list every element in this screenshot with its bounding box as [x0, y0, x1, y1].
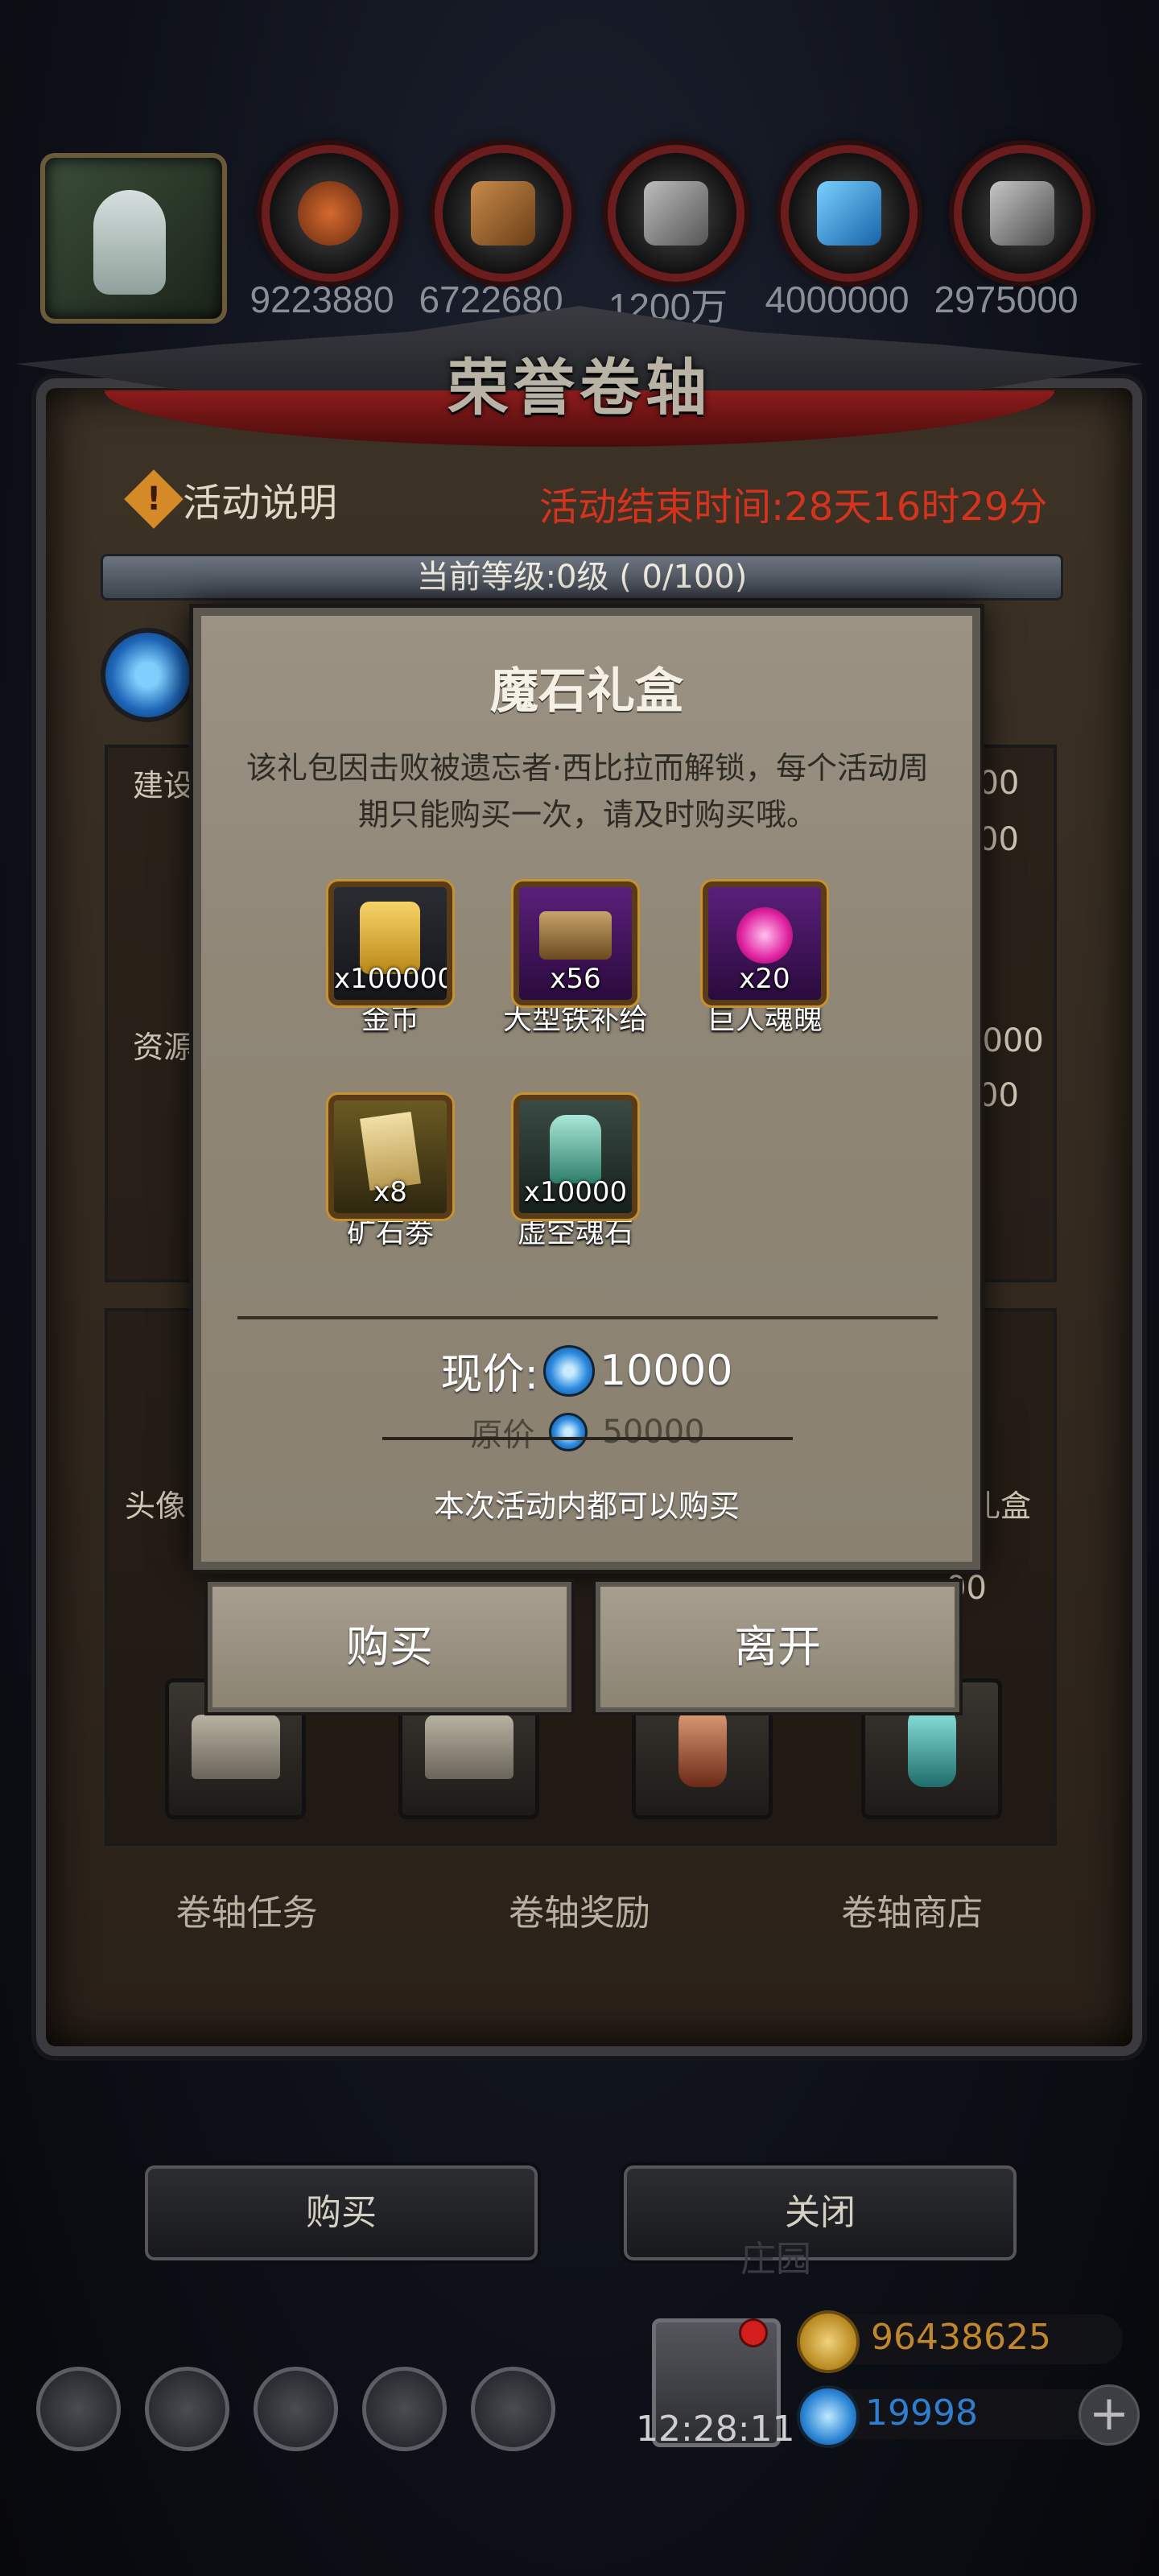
- gem-icon: [797, 2385, 860, 2448]
- iron-icon: [954, 145, 1091, 282]
- ore-voucher-icon: x8: [328, 1095, 452, 1219]
- row-label-build: 建设: [133, 768, 195, 803]
- reward-item[interactable]: x100000 金币: [310, 881, 471, 1038]
- reward-item[interactable]: x20 巨人魂魄: [684, 881, 845, 1038]
- original-price-strikethrough: [382, 1437, 793, 1440]
- gold-coin-icon: [797, 2310, 860, 2373]
- activity-end-time: 活动结束时间:28天16时29分: [539, 485, 1048, 530]
- resource-iron[interactable]: [954, 145, 1091, 282]
- add-gems-button[interactable]: +: [1079, 2384, 1140, 2446]
- tab-scroll-rewards[interactable]: 卷轴奖励: [509, 1884, 650, 1935]
- row-value-4: 00: [978, 1077, 1019, 1114]
- row-label-resource: 资源: [133, 1030, 195, 1065]
- gold-coin-icon: x100000: [328, 881, 452, 1005]
- panel-buy-button[interactable]: 购买: [145, 2165, 538, 2260]
- rank-icon[interactable]: [254, 2367, 338, 2451]
- activity-info-button[interactable]: ! 活动说明: [124, 469, 338, 529]
- gift-box-dialog: 魔石礼盒 该礼包因击败被遗忘者·西比拉而解锁，每个活动周期只能购买一次，请及时购…: [193, 608, 980, 1570]
- gem-icon: [543, 1344, 596, 1397]
- dialog-leave-button[interactable]: 离开: [596, 1582, 959, 1712]
- current-price-value: 10000: [600, 1346, 733, 1395]
- reward-qty: x10000: [523, 1176, 628, 1208]
- reward-qty: x56: [550, 963, 601, 995]
- avatar-portrait: [93, 190, 166, 295]
- reward-qty: x20: [739, 963, 790, 995]
- resource-value-meat: 9223880: [250, 279, 394, 320]
- reward-item[interactable]: x8 矿石劵: [310, 1095, 471, 1251]
- star-icon[interactable]: [145, 2367, 229, 2451]
- faded-label: 庄园: [740, 2239, 811, 2280]
- scroll-gem-icon[interactable]: [101, 628, 195, 722]
- settings-icon[interactable]: [36, 2367, 121, 2451]
- scroll-tabs: 卷轴任务 卷轴奖励 卷轴商店: [80, 1884, 1079, 1935]
- tab-scroll-shop[interactable]: 卷轴商店: [841, 1884, 983, 1935]
- gold-amount: 96438625: [871, 2317, 1051, 2358]
- dialog-description: 该礼包因击败被遗忘者·西比拉而解锁，每个活动周期只能购买一次，请及时购买哦。: [245, 750, 930, 832]
- stone-icon: [608, 145, 744, 282]
- player-avatar[interactable]: [40, 153, 227, 324]
- original-price-value: 50000: [602, 1414, 705, 1451]
- meat-icon: [262, 145, 398, 282]
- crystal-icon: [781, 145, 918, 282]
- notification-dot: [739, 2318, 768, 2347]
- tab-scroll-tasks[interactable]: 卷轴任务: [176, 1884, 318, 1935]
- resource-meat[interactable]: [262, 145, 398, 282]
- reward-qty: x8: [373, 1176, 407, 1208]
- original-price-label: 原价: [470, 1417, 535, 1454]
- resource-stone[interactable]: [608, 145, 744, 282]
- clock: 12:28:11: [636, 2409, 795, 2450]
- purchase-note: 本次活动内都可以购买: [433, 1488, 740, 1524]
- resource-value-crystal: 4000000: [765, 279, 909, 320]
- mail-icon[interactable]: [362, 2367, 447, 2451]
- panel-title: 荣誉卷轴: [448, 352, 711, 423]
- gem-icon: [549, 1413, 588, 1451]
- reward-item[interactable]: x56 大型铁补给: [495, 881, 656, 1038]
- current-price-label: 现价:: [440, 1351, 539, 1399]
- gem-amount: 19998: [865, 2392, 978, 2434]
- reward-qty: x100000: [334, 963, 452, 995]
- dialog-buy-button[interactable]: 购买: [208, 1582, 571, 1712]
- current-price: 现价: 10000: [201, 1340, 972, 1401]
- row-value-2: 00: [978, 821, 1019, 858]
- level-progress-bar: 当前等级:0级 ( 0/100): [101, 554, 1063, 601]
- wood-icon: [435, 145, 571, 282]
- row-label-avatar: 头像: [125, 1488, 187, 1524]
- giant-soul-icon: x20: [703, 881, 827, 1005]
- iron-supply-chest-icon: x56: [514, 881, 637, 1005]
- warning-icon: !: [124, 469, 184, 529]
- guild-icon[interactable]: [471, 2367, 555, 2451]
- void-soulstone-icon: x10000: [514, 1095, 637, 1219]
- dialog-title: 魔石礼盒: [490, 663, 683, 720]
- panel-close-button[interactable]: 关闭: [624, 2165, 1017, 2260]
- dialog-divider: [237, 1316, 938, 1319]
- activity-info-label: 活动说明: [183, 481, 338, 526]
- reward-item[interactable]: x10000 虚空魂石: [495, 1095, 656, 1251]
- resource-wood[interactable]: [435, 145, 571, 282]
- resource-value-iron: 2975000: [934, 279, 1079, 320]
- original-price: 原价 50000: [378, 1409, 797, 1455]
- resource-crystal[interactable]: [781, 145, 918, 282]
